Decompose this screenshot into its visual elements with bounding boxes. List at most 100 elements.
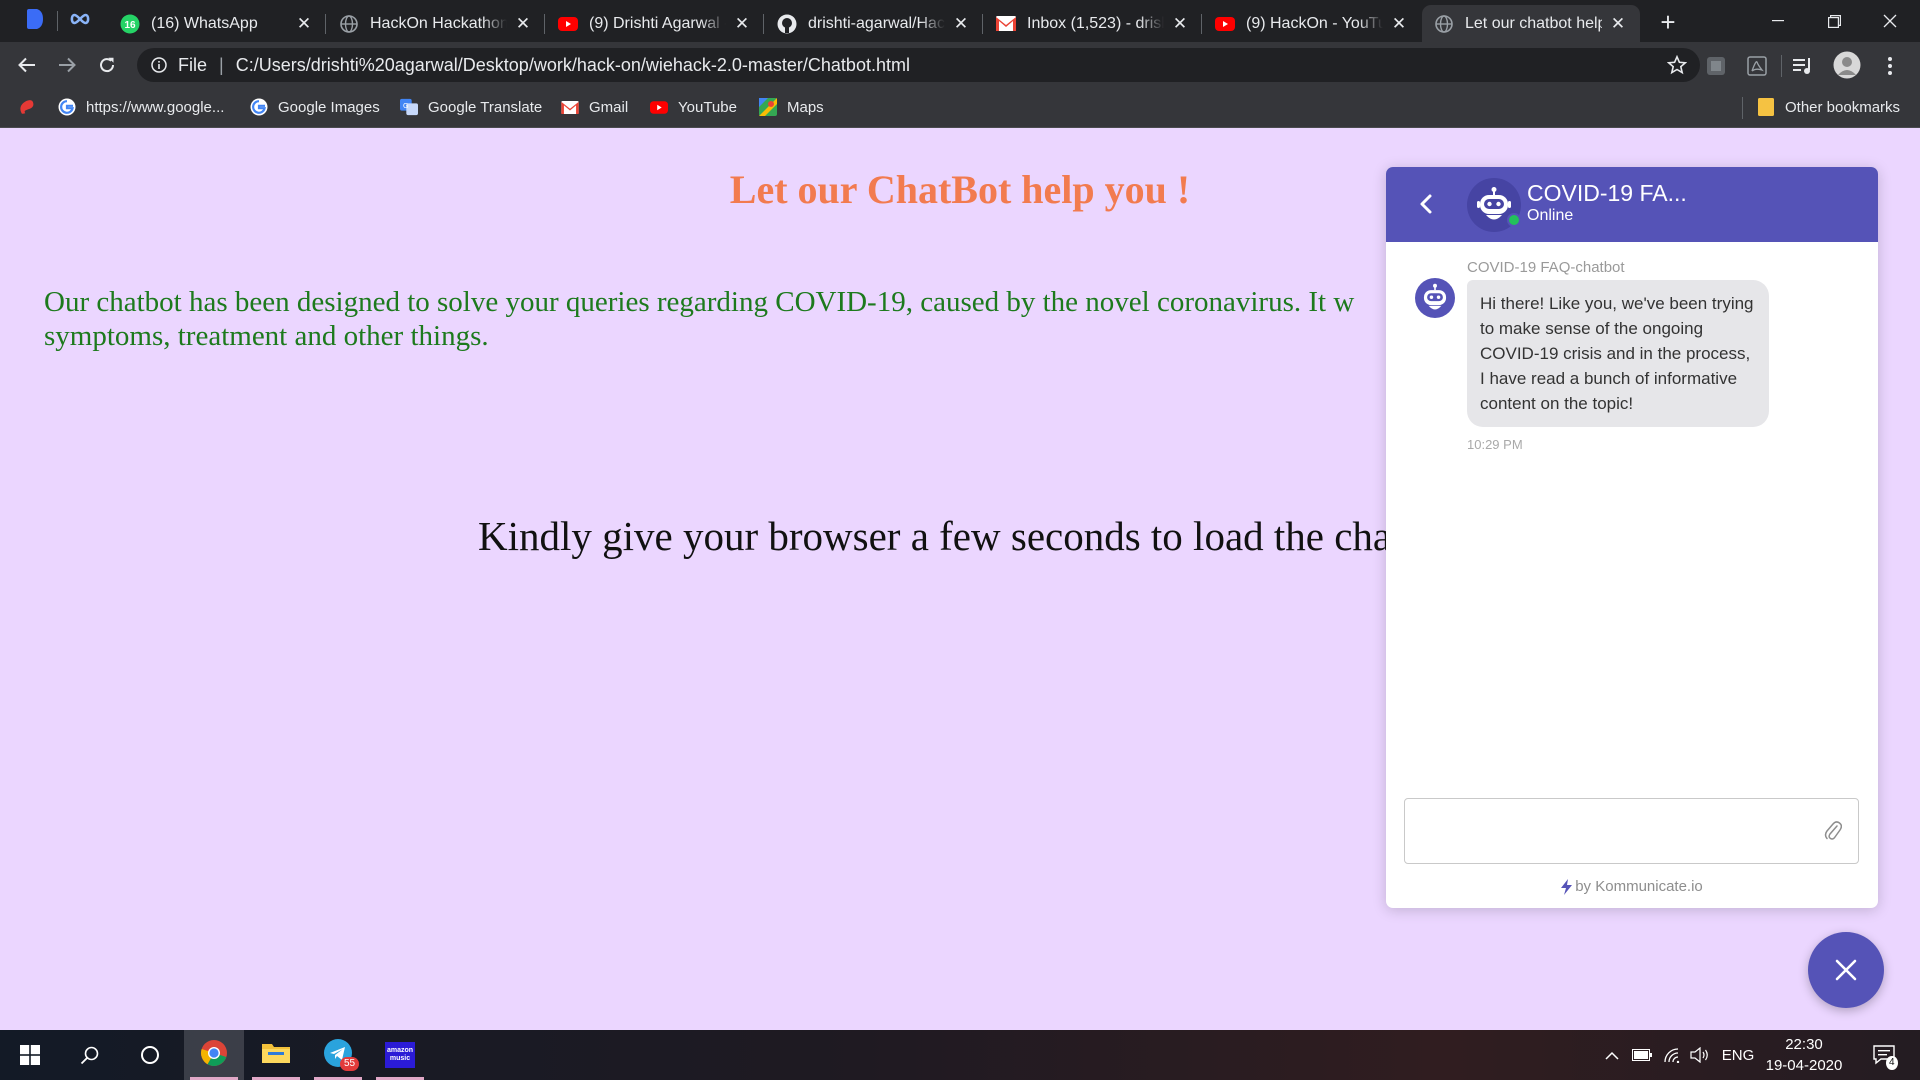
close-tab-icon[interactable]: ✕ (951, 14, 971, 34)
gmail-icon (561, 98, 579, 116)
close-tab-icon[interactable]: ✕ (1389, 14, 1409, 34)
bookmark-gmail[interactable]: Gmail (561, 95, 628, 119)
bot-message-bubble: Hi there! Like you, we've been trying to… (1467, 280, 1769, 427)
taskbar-telegram[interactable]: 55 (308, 1030, 368, 1080)
tab-strip: 16 (16) WhatsApp ✕ HackOn Hackathon F ✕ … (0, 0, 1920, 42)
taskbar-chrome[interactable] (184, 1030, 244, 1080)
google-icon (58, 98, 76, 116)
tab-title: Let our chatbot help! (1465, 14, 1602, 32)
address-scheme: File (178, 54, 208, 75)
bookmark-label: Google Images (278, 98, 380, 116)
search-icon[interactable] (60, 1030, 120, 1080)
volume-icon[interactable] (1688, 1030, 1712, 1080)
clock-date: 19-04-2020 (1765, 1057, 1843, 1074)
close-tab-icon[interactable]: ✕ (513, 14, 533, 34)
bookmark-airtel[interactable] (18, 95, 46, 119)
other-bookmarks-label: Other bookmarks (1785, 98, 1901, 116)
tab-youtube-hackon[interactable]: (9) HackOn - YouTub ✕ (1203, 5, 1421, 42)
close-tab-icon[interactable]: ✕ (732, 14, 752, 34)
cortana-icon[interactable] (120, 1030, 180, 1080)
chevron-up-icon[interactable] (1602, 1030, 1622, 1080)
tab-youtube-drishti[interactable]: (9) Drishti Agarwal - Y ✕ (546, 5, 764, 42)
bookmark-star-icon[interactable] (1666, 54, 1688, 80)
tab-title: Inbox (1,523) - drisht (1027, 14, 1164, 32)
globe-icon (1434, 14, 1454, 34)
back-button[interactable] (11, 49, 43, 81)
other-bookmarks[interactable]: Other bookmarks (1757, 95, 1900, 119)
restore-button[interactable] (1806, 0, 1862, 42)
tab-title: (9) Drishti Agarwal - Y (589, 14, 726, 32)
close-window-button[interactable] (1862, 0, 1918, 42)
youtube-icon (558, 14, 578, 34)
extension-square-icon[interactable] (1705, 55, 1727, 77)
youtube-icon (650, 98, 668, 116)
taskbar-amazon-music[interactable]: amazon music (370, 1030, 430, 1080)
powered-by-label: by Kommunicate.io (1575, 878, 1703, 895)
svg-text:16: 16 (124, 20, 136, 31)
infinity-icon (69, 12, 91, 31)
bookmark-label: YouTube (678, 98, 737, 116)
bookmark-google-images[interactable]: Google Images (250, 95, 380, 119)
tab-hackon-hackathon[interactable]: HackOn Hackathon F ✕ (327, 5, 545, 42)
bot-message-avatar-icon (1415, 278, 1455, 318)
notifications-icon[interactable]: 4 (1864, 1030, 1904, 1080)
pinned-tab-docs[interactable] (12, 0, 56, 42)
battery-icon[interactable] (1630, 1030, 1654, 1080)
chat-title: COVID-19 FA... (1527, 180, 1687, 206)
bookmark-label: Maps (787, 98, 824, 116)
bookmark-google-translate[interactable]: G Google Translate (400, 95, 542, 119)
windows-taskbar: 55 amazon music ENG 22:30 19-04-2020 4 (0, 1030, 1920, 1080)
clock-time: 22:30 (1785, 1036, 1823, 1053)
pinned-tab-infinity[interactable] (58, 0, 102, 42)
minimize-button[interactable] (1750, 0, 1806, 42)
tab-github[interactable]: drishti-agarwal/Hack ✕ (765, 5, 983, 42)
loading-note: Kindly give your browser a few seconds t… (478, 513, 1466, 559)
language-indicator[interactable]: ENG (1718, 1030, 1758, 1080)
tab-title: (9) HackOn - YouTub (1246, 14, 1383, 32)
chat-message-input[interactable] (1404, 798, 1859, 864)
new-tab-button[interactable]: + (1654, 7, 1682, 37)
youtube-icon (1215, 14, 1235, 34)
tab-gmail-inbox[interactable]: Inbox (1,523) - drisht ✕ (984, 5, 1202, 42)
tab-chatbot-active[interactable]: Let our chatbot help! ✕ (1422, 5, 1640, 42)
telegram-badge: 55 (340, 1057, 360, 1071)
amazon-music-icon: amazon music (385, 1042, 415, 1068)
bookmark-youtube[interactable]: YouTube (650, 95, 737, 119)
notification-count-badge: 4 (1886, 1056, 1898, 1070)
address-bar[interactable]: File | C:/Users/drishti%20agarwal/Deskto… (137, 48, 1700, 82)
tab-whatsapp[interactable]: 16 (16) WhatsApp ✕ (108, 5, 326, 42)
wifi-icon[interactable] (1660, 1030, 1684, 1080)
paperclip-attach-icon[interactable] (1824, 820, 1864, 847)
close-tab-icon[interactable]: ✕ (1170, 14, 1190, 34)
info-icon[interactable] (150, 56, 168, 74)
chrome-icon (200, 1039, 228, 1072)
google-icon (250, 98, 268, 116)
profile-avatar[interactable] (1833, 51, 1861, 79)
forward-button[interactable] (51, 49, 83, 81)
address-url[interactable]: C:/Users/drishti%20agarwal/Desktop/work/… (236, 55, 910, 76)
gmail-icon (996, 14, 1016, 34)
reload-button[interactable] (91, 49, 123, 81)
media-controls-icon[interactable] (1792, 55, 1814, 77)
online-status-dot (1507, 213, 1521, 227)
close-tab-icon[interactable]: ✕ (294, 14, 314, 34)
menu-kebab-icon[interactable] (1884, 55, 1896, 77)
taskbar-clock[interactable]: 22:30 19-04-2020 (1762, 1034, 1846, 1076)
message-timestamp: 10:29 PM (1467, 437, 1523, 452)
bookmark-maps[interactable]: Maps (759, 95, 824, 119)
taskbar-file-explorer[interactable] (246, 1030, 306, 1080)
whatsapp-icon: 16 (120, 14, 140, 34)
folder-icon (262, 1041, 290, 1070)
close-chat-button[interactable] (1808, 932, 1884, 1008)
powered-by[interactable]: by Kommunicate.io (1386, 878, 1878, 895)
bookmark-google[interactable]: https://www.google... (58, 95, 224, 119)
close-tab-icon[interactable]: ✕ (1608, 14, 1628, 34)
windows-start-icon[interactable] (0, 1030, 60, 1080)
chat-widget: COVID-19 FA... Online COVID-19 FAQ-chatb… (1386, 167, 1878, 908)
maps-icon (759, 98, 777, 116)
browser-toolbar: File | C:/Users/drishti%20agarwal/Deskto… (0, 42, 1920, 87)
chevron-left-icon[interactable] (1414, 190, 1438, 218)
bookmark-label: Google Translate (428, 98, 543, 116)
chat-status: Online (1527, 207, 1574, 224)
pdf-extension-icon[interactable] (1746, 55, 1768, 77)
